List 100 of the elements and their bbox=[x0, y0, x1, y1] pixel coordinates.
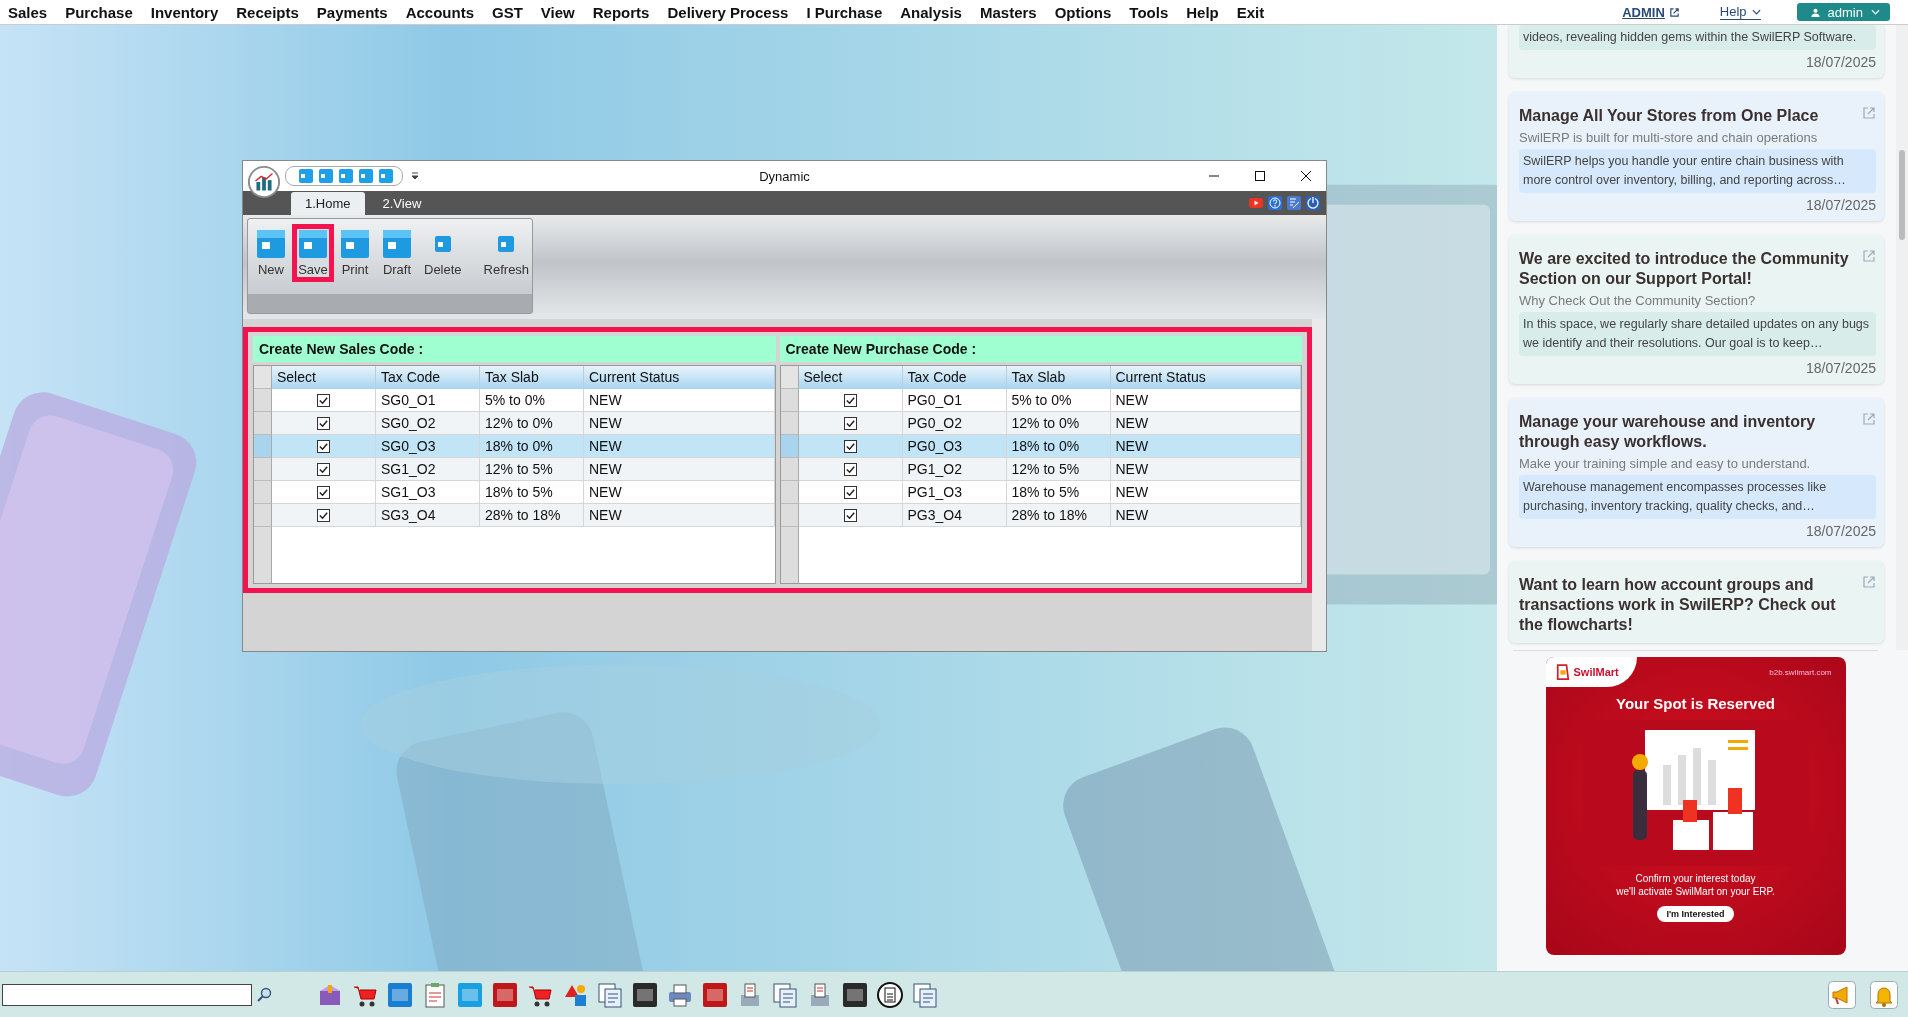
menu-item[interactable]: Receipts bbox=[236, 3, 299, 21]
column-header[interactable]: Tax Code bbox=[902, 366, 1007, 389]
quick-access-icon[interactable] bbox=[298, 168, 314, 184]
ribbon-button[interactable]: Save bbox=[292, 224, 334, 282]
maximize-icon[interactable] bbox=[1254, 170, 1266, 182]
menu-item[interactable]: Exit bbox=[1236, 3, 1265, 21]
ribbon-button[interactable]: Draft bbox=[376, 224, 418, 282]
app-tile-icon[interactable] bbox=[631, 980, 659, 1009]
table-cell: NEW bbox=[1110, 458, 1301, 481]
external-link-icon[interactable] bbox=[1862, 249, 1876, 263]
quick-access-icon[interactable] bbox=[358, 168, 374, 184]
quick-access-icon[interactable] bbox=[318, 168, 334, 184]
menu-item[interactable]: Payments bbox=[316, 3, 388, 21]
checkbox[interactable] bbox=[843, 416, 857, 430]
external-link-icon[interactable] bbox=[1862, 106, 1876, 120]
close-icon[interactable] bbox=[1300, 170, 1312, 182]
news-card[interactable] bbox=[1509, 398, 1884, 547]
column-header[interactable]: Select bbox=[798, 366, 903, 389]
app-tile-icon[interactable] bbox=[841, 980, 869, 1009]
scrollbar[interactable] bbox=[1896, 25, 1908, 650]
menu-item[interactable]: Inventory bbox=[150, 3, 219, 21]
help-menu[interactable]: Help bbox=[1719, 4, 1761, 20]
news-card[interactable]: Want to learn how account groups and transactions work in SwilERP? Check out the flowcharts! bbox=[1509, 561, 1884, 643]
quick-access-icon[interactable] bbox=[338, 168, 354, 184]
row-header[interactable] bbox=[780, 481, 799, 504]
app-tile-icon[interactable] bbox=[386, 980, 414, 1009]
menu-item[interactable]: Options bbox=[1054, 3, 1112, 21]
checkbox[interactable] bbox=[843, 462, 857, 476]
column-header[interactable]: Select bbox=[272, 366, 376, 389]
news-card[interactable] bbox=[1509, 235, 1884, 384]
menu-item[interactable]: Accounts bbox=[405, 3, 474, 21]
column-header[interactable]: Tax Slab bbox=[1006, 366, 1111, 389]
menu-item[interactable]: I Purchase bbox=[806, 3, 883, 21]
row-header[interactable] bbox=[780, 412, 799, 435]
ribbon-button[interactable]: Print bbox=[334, 224, 376, 282]
checkbox[interactable] bbox=[317, 462, 330, 476]
calculator-icon[interactable] bbox=[876, 980, 904, 1009]
documents-icon[interactable] bbox=[596, 980, 624, 1009]
checkbox[interactable] bbox=[843, 393, 857, 407]
column-header[interactable]: Current Status bbox=[1110, 366, 1301, 389]
menu-item[interactable]: GST bbox=[492, 3, 523, 21]
help-icon[interactable] bbox=[1268, 196, 1282, 210]
checkbox[interactable] bbox=[317, 439, 330, 453]
row-header[interactable] bbox=[780, 504, 799, 527]
card-summary: Warehouse management encompasses processes like purchasing, inventory tracking, quality checks, and… bbox=[1519, 475, 1876, 519]
app-tile-icon[interactable] bbox=[701, 980, 729, 1009]
column-header[interactable]: Tax Code bbox=[376, 366, 480, 389]
checkbox[interactable] bbox=[317, 485, 330, 499]
url-text: b2b.swilmart.com bbox=[1769, 667, 1833, 677]
megaphone-icon[interactable] bbox=[1828, 980, 1856, 1009]
column-header[interactable]: Current Status bbox=[584, 366, 775, 389]
row-header[interactable] bbox=[780, 458, 799, 481]
external-link-icon[interactable] bbox=[1862, 575, 1876, 589]
card-summary: SwilERP helps you handle your entire chain business with more control over inventory, billing, and reporting across… bbox=[1519, 149, 1876, 193]
ribbon-button[interactable]: Delete bbox=[418, 224, 468, 282]
search-icon[interactable] bbox=[256, 986, 272, 1003]
app-tile-icon[interactable] bbox=[456, 980, 484, 1009]
documents-icon[interactable] bbox=[911, 980, 939, 1009]
window-title: Dynamic bbox=[758, 168, 811, 184]
external-link-icon[interactable] bbox=[1862, 412, 1876, 426]
menu-item[interactable]: View bbox=[540, 3, 575, 21]
checkbox[interactable] bbox=[843, 508, 857, 522]
edit-icon[interactable] bbox=[1287, 196, 1301, 210]
column-header[interactable]: Tax Slab bbox=[480, 366, 584, 389]
dropdown-arrow-icon[interactable] bbox=[411, 172, 419, 180]
interest-button[interactable]: I'm Interested bbox=[1657, 906, 1734, 922]
ribbon-tab[interactable]: 1.Home bbox=[291, 192, 365, 215]
checkbox[interactable] bbox=[317, 416, 330, 430]
bell-icon[interactable] bbox=[1870, 980, 1898, 1009]
checkbox[interactable] bbox=[317, 393, 330, 407]
documents-icon[interactable] bbox=[771, 980, 799, 1009]
checkbox[interactable] bbox=[317, 508, 330, 522]
ribbon-button[interactable]: Refresh bbox=[477, 224, 536, 282]
menu-item[interactable]: Analysis bbox=[900, 3, 962, 21]
table-cell: 12% to 5% bbox=[1006, 458, 1111, 481]
promo-banner[interactable]: SwilMart b2b.swilmart.com Your Spot is Reserved Confirm your interest today we'll activate SwilMart on your ERP. I'm Interested bbox=[1545, 657, 1846, 955]
search-field[interactable] bbox=[2, 983, 252, 1006]
ribbon-button[interactable]: New bbox=[250, 224, 292, 282]
quick-access-icon[interactable] bbox=[378, 168, 394, 184]
ribbon-tab[interactable]: 2.View bbox=[368, 192, 436, 215]
news-card[interactable]: videos, revealing hidden gems within the SwilERP Software. 18/07/2025 bbox=[1509, 25, 1884, 78]
menu-item[interactable]: Delivery Process bbox=[667, 3, 789, 21]
checkbox[interactable] bbox=[843, 485, 857, 499]
video-play-icon[interactable] bbox=[1249, 196, 1263, 210]
menu-item[interactable]: Sales bbox=[8, 3, 48, 21]
news-card[interactable] bbox=[1509, 92, 1884, 221]
row-header[interactable] bbox=[780, 389, 799, 412]
checkbox[interactable] bbox=[843, 439, 857, 453]
app-tile-icon[interactable] bbox=[491, 980, 519, 1009]
promo-heading: Your Spot is Reserved bbox=[1616, 695, 1775, 712]
menu-item[interactable]: Tools bbox=[1129, 3, 1169, 21]
shop-logo-icon bbox=[1555, 663, 1570, 681]
menu-item[interactable]: Help bbox=[1186, 3, 1219, 21]
scrollbar[interactable] bbox=[1312, 319, 1326, 651]
exit-icon[interactable] bbox=[1306, 196, 1320, 210]
menu-item[interactable]: Reports bbox=[592, 3, 650, 21]
menu-item[interactable]: Purchase bbox=[65, 3, 133, 21]
admin-link[interactable]: ADMIN bbox=[1622, 4, 1680, 20]
user-button[interactable]: admin bbox=[1796, 3, 1890, 21]
menu-item[interactable]: Masters bbox=[979, 3, 1037, 21]
